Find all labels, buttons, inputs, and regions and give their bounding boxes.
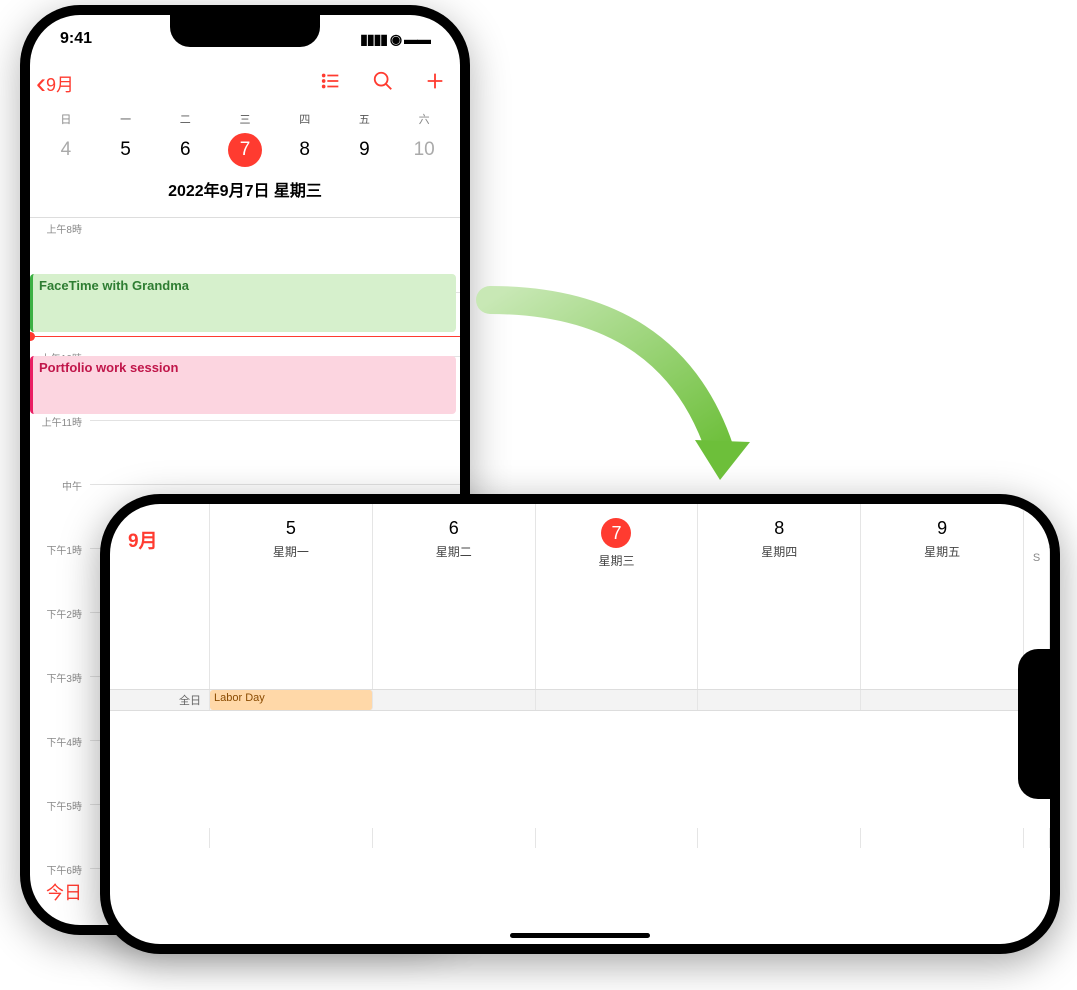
day-header-fri[interactable]: 9 星期五 — [861, 504, 1024, 689]
hour-1pm: 下午1時 — [32, 542, 82, 557]
date-10[interactable]: 10 — [394, 139, 454, 161]
day-header-thu[interactable]: 8 星期四 — [698, 504, 861, 689]
col-wed[interactable]: FaceTime with Grandma Portfolio work ses… — [536, 828, 699, 848]
col-mon[interactable]: Portfolio work session Leadership skills… — [210, 828, 373, 848]
weekday-thu: 四 — [275, 111, 335, 127]
event-portfolio-session[interactable]: Portfolio work session — [30, 356, 456, 414]
hour-3pm: 下午3時 — [32, 670, 82, 685]
date-4[interactable]: 4 — [36, 139, 96, 161]
week-grid: 9月 5 星期一 6 星期二 7 星期三 8 星期四 9 星期五 S — [110, 504, 1050, 944]
hour-2pm: 下午2時 — [32, 606, 82, 621]
allday-event-labor-day[interactable]: Labor Day — [210, 690, 373, 710]
weekday-tue: 二 — [155, 111, 215, 127]
col-tue[interactable]: Artist workshop kickoff! Academic advisi… — [373, 828, 536, 848]
day-header-wed-selected[interactable]: 7 星期三 — [536, 504, 699, 689]
home-indicator[interactable] — [510, 933, 650, 938]
weekday-mon: 一 — [96, 111, 156, 127]
phone-landscape-screen: 9月 5 星期一 6 星期二 7 星期三 8 星期四 9 星期五 S — [110, 504, 1050, 944]
list-icon[interactable] — [320, 70, 342, 98]
hour-5pm: 下午5時 — [32, 798, 82, 813]
event-facetime-grandma[interactable]: FaceTime with Grandma — [30, 274, 456, 332]
full-date-label: 2022年9月7日 星期三 — [30, 177, 460, 218]
phone-landscape-frame: 9月 5 星期一 6 星期二 7 星期三 8 星期四 9 星期五 S — [100, 494, 1060, 954]
date-5[interactable]: 5 — [96, 139, 156, 161]
back-button[interactable]: ‹ 9月 — [36, 69, 74, 99]
battery-icon: ▬▬ — [404, 31, 430, 47]
today-button[interactable]: 今日 — [46, 879, 82, 905]
cell-signal-icon: ▮▮▮▮ — [360, 31, 387, 47]
col-thu[interactable]: Pick up coffee Philz Co... Stretching + … — [698, 828, 861, 848]
col-fri[interactable]: Weekly Status Budget Meeting — [861, 828, 1024, 848]
rotation-arrow-icon — [470, 280, 760, 500]
chevron-left-icon: ‹ — [36, 69, 46, 99]
month-label[interactable]: 9月 — [110, 504, 210, 689]
hour-11am: 上午11時 — [32, 414, 82, 429]
add-icon[interactable] — [424, 70, 446, 98]
date-9[interactable]: 9 — [335, 139, 395, 161]
weekday-wed: 三 — [215, 111, 275, 127]
notch — [170, 15, 320, 47]
status-time: 9:41 — [60, 30, 92, 48]
date-6[interactable]: 6 — [155, 139, 215, 161]
allday-label: 全日 — [110, 690, 210, 710]
weekday-fri: 五 — [335, 111, 395, 127]
weekday-sat: 六 — [394, 111, 454, 127]
hour-8am: 上午8時 — [32, 221, 82, 236]
date-8[interactable]: 8 — [275, 139, 335, 161]
day-header-mon[interactable]: 5 星期一 — [210, 504, 373, 689]
weekday-sun: 日 — [36, 111, 96, 127]
back-label: 9月 — [46, 71, 74, 97]
status-icons: ▮▮▮▮ ◉ ▬▬ — [360, 31, 430, 48]
hour-noon: 中午 — [32, 478, 82, 493]
allday-row: 全日 Labor Day — [110, 689, 1050, 711]
date-7-selected[interactable]: 7 — [215, 133, 275, 167]
nav-bar: ‹ 9月 — [30, 63, 460, 111]
hour-4pm: 下午4時 — [32, 734, 82, 749]
wifi-icon: ◉ — [390, 31, 401, 47]
notch-landscape — [1018, 649, 1050, 799]
weekday-header: 日 一 二 三 四 五 六 — [30, 111, 460, 127]
day-header-tue[interactable]: 6 星期二 — [373, 504, 536, 689]
now-indicator: 上午 9:41 — [30, 336, 460, 337]
week-body[interactable]: 上午9時 上午10時 上午11時 中午 下午1時 下午2時 下午3時 Portf… — [110, 828, 1050, 848]
time-column: 上午9時 上午10時 上午11時 中午 下午1時 下午2時 下午3時 — [110, 828, 210, 848]
search-icon[interactable] — [372, 70, 394, 98]
date-row: 4 5 6 7 8 9 10 — [30, 127, 460, 177]
hour-6pm: 下午6時 — [32, 862, 82, 877]
col-sat-partial[interactable]: Hi — [1024, 828, 1050, 848]
